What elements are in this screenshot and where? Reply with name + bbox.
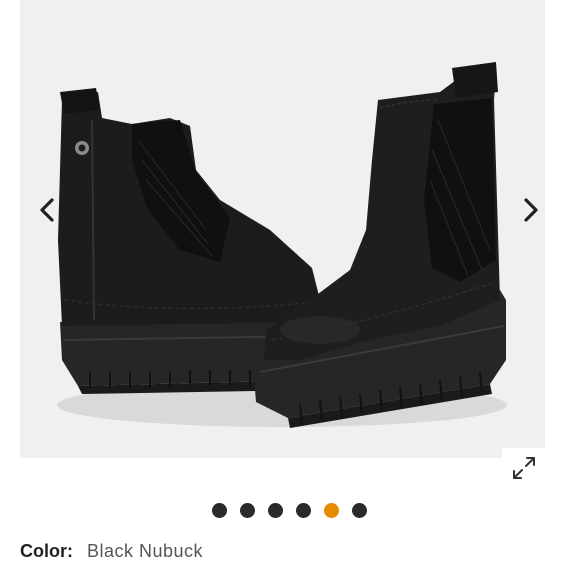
- carousel-pagination: [0, 500, 579, 520]
- carousel-dot-5[interactable]: [324, 502, 339, 518]
- carousel-dot-2[interactable]: [240, 502, 255, 518]
- chevron-right-icon: [524, 198, 538, 222]
- expand-image-button[interactable]: [502, 448, 546, 488]
- product-page: Color: Black Nubuck: [0, 0, 579, 580]
- carousel-dot-4[interactable]: [296, 502, 311, 518]
- color-value: Black Nubuck: [87, 541, 204, 561]
- next-image-button[interactable]: [514, 190, 545, 230]
- chevron-left-icon: [40, 198, 54, 222]
- previous-image-button[interactable]: [30, 190, 64, 230]
- carousel-dot-1[interactable]: [212, 502, 227, 518]
- color-label: Color:: [20, 541, 73, 561]
- expand-icon: [513, 457, 535, 479]
- product-image: [20, 0, 545, 458]
- color-selection: Color: Black Nubuck: [20, 541, 203, 567]
- product-image-carousel[interactable]: [20, 0, 545, 458]
- carousel-dot-6[interactable]: [352, 502, 367, 518]
- carousel-dot-3[interactable]: [268, 502, 283, 518]
